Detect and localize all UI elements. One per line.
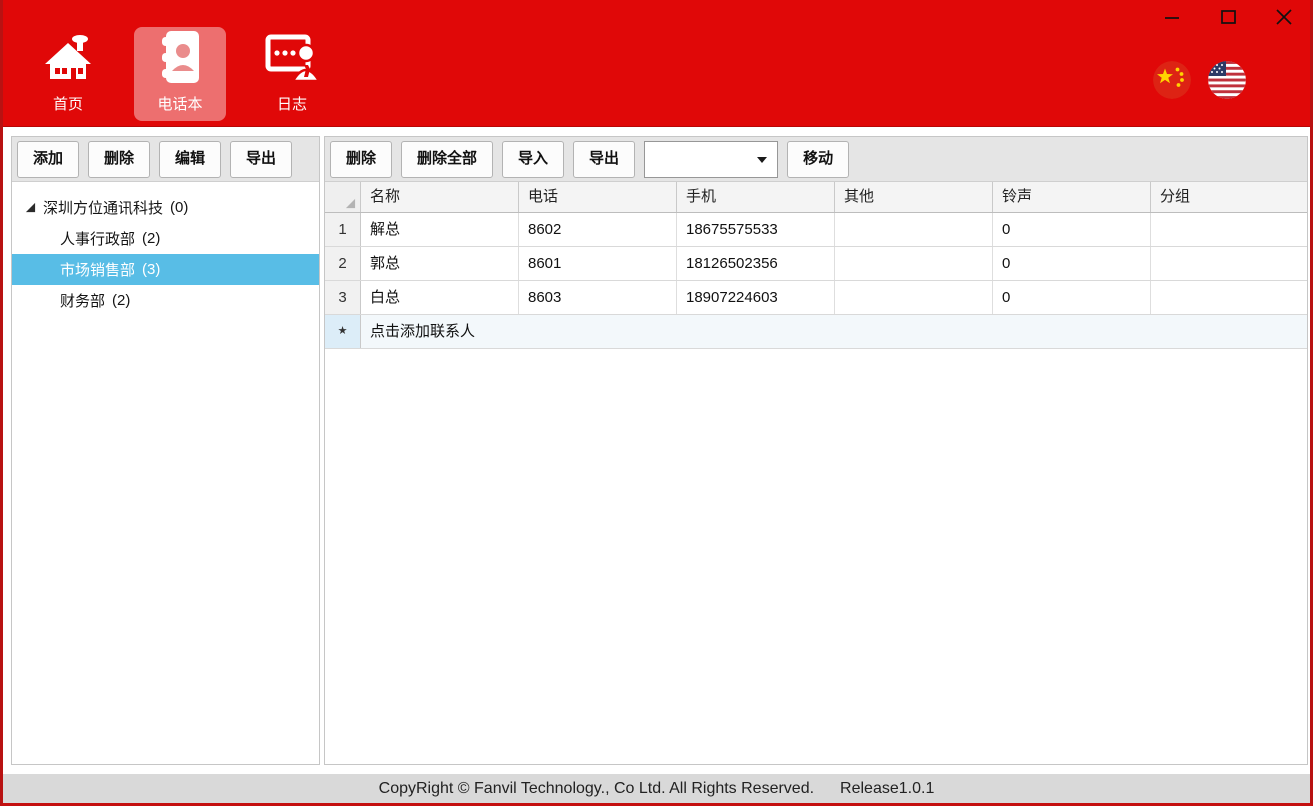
- close-button[interactable]: [1269, 5, 1299, 29]
- column-header-ring[interactable]: 铃声: [993, 182, 1151, 212]
- row-header[interactable]: 1: [325, 213, 361, 246]
- add-contact-row[interactable]: ★ 点击添加联系人: [325, 315, 1307, 349]
- app-header: 首页 电话本: [3, 0, 1310, 127]
- minimize-button[interactable]: [1157, 5, 1187, 29]
- table-row[interactable]: 1 解总 8602 18675575533 0: [325, 213, 1307, 247]
- cell-group[interactable]: [1151, 281, 1307, 314]
- contacts-panel: 删除 删除全部 导入 导出 移动 名称 电话 手机 其他 铃声 分组: [324, 136, 1308, 765]
- phonebook-icon: [153, 29, 207, 85]
- tab-log-label: 日志: [277, 93, 307, 114]
- cell-ring[interactable]: 0: [993, 247, 1151, 280]
- china-flag-icon[interactable]: [1153, 61, 1191, 99]
- tree-node-hr-dept[interactable]: 人事行政部 (2): [12, 223, 319, 254]
- corner-triangle-icon: [345, 198, 356, 209]
- contact-move-button[interactable]: 移动: [787, 141, 849, 178]
- tree-node-sales-dept[interactable]: 市场销售部 (3): [12, 254, 319, 285]
- cell-name[interactable]: 白总: [361, 281, 519, 314]
- column-header-other[interactable]: 其他: [835, 182, 993, 212]
- move-target-select[interactable]: [644, 141, 778, 178]
- group-edit-button[interactable]: 编辑: [159, 141, 221, 178]
- tree-node-label: 人事行政部: [60, 228, 135, 249]
- tree-expander-icon[interactable]: [25, 202, 36, 213]
- group-tree: 深圳方位通讯科技 (0) 人事行政部 (2) 市场销售部 (3) 财务部 (2): [12, 182, 319, 316]
- column-header-group[interactable]: 分组: [1151, 182, 1307, 212]
- select-all-corner[interactable]: [325, 182, 361, 212]
- close-icon: [1269, 5, 1299, 29]
- tree-node-label: 深圳方位通讯科技: [43, 197, 163, 218]
- contact-import-button[interactable]: 导入: [502, 141, 564, 178]
- minimize-icon: [1157, 5, 1187, 29]
- cell-phone[interactable]: 8601: [519, 247, 677, 280]
- cell-name[interactable]: 解总: [361, 213, 519, 246]
- group-delete-button[interactable]: 删除: [88, 141, 150, 178]
- row-header[interactable]: 3: [325, 281, 361, 314]
- tab-phonebook-label: 电话本: [157, 93, 202, 114]
- table-row[interactable]: 3 白总 8603 18907224603 0: [325, 281, 1307, 315]
- tree-node-count: (0): [170, 199, 188, 216]
- tree-node-root[interactable]: 深圳方位通讯科技 (0): [12, 192, 319, 223]
- group-panel: 添加 删除 编辑 导出 深圳方位通讯科技 (0) 人事行政部 (2) 市场销售部…: [11, 136, 320, 765]
- tab-home-label: 首页: [53, 93, 83, 114]
- app-window: 首页 电话本: [0, 0, 1313, 806]
- cell-other[interactable]: [835, 281, 993, 314]
- column-header-name[interactable]: 名称: [361, 182, 519, 212]
- tab-log[interactable]: 日志: [246, 27, 338, 121]
- tree-node-label: 市场销售部: [60, 259, 135, 280]
- tree-node-finance-dept[interactable]: 财务部 (2): [12, 285, 319, 316]
- column-header-mobile[interactable]: 手机: [677, 182, 835, 212]
- chevron-down-icon: [757, 157, 767, 163]
- new-row-marker-icon: ★: [325, 315, 361, 348]
- tree-node-count: (2): [142, 230, 160, 247]
- tree-node-label: 财务部: [60, 290, 105, 311]
- tree-node-count: (3): [142, 261, 160, 278]
- table-row[interactable]: 2 郭总 8601 18126502356 0: [325, 247, 1307, 281]
- cell-phone[interactable]: 8602: [519, 213, 677, 246]
- add-contact-hint[interactable]: 点击添加联系人: [361, 315, 1307, 348]
- cell-phone[interactable]: 8603: [519, 281, 677, 314]
- tab-phonebook[interactable]: 电话本: [134, 27, 226, 121]
- group-toolbar: 添加 删除 编辑 导出: [12, 137, 319, 182]
- row-header[interactable]: 2: [325, 247, 361, 280]
- maximize-icon: [1213, 5, 1243, 29]
- contact-export-button[interactable]: 导出: [573, 141, 635, 178]
- table-header-row: 名称 电话 手机 其他 铃声 分组: [325, 182, 1307, 213]
- cell-name[interactable]: 郭总: [361, 247, 519, 280]
- cell-mobile[interactable]: 18675575533: [677, 213, 835, 246]
- contacts-table: 名称 电话 手机 其他 铃声 分组 1 解总 8602 18675575533 …: [325, 182, 1307, 349]
- cell-group[interactable]: [1151, 247, 1307, 280]
- home-icon: [41, 29, 95, 85]
- contact-delete-button[interactable]: 删除: [330, 141, 392, 178]
- cell-ring[interactable]: 0: [993, 281, 1151, 314]
- cell-mobile[interactable]: 18907224603: [677, 281, 835, 314]
- maximize-button[interactable]: [1213, 5, 1243, 29]
- column-header-phone[interactable]: 电话: [519, 182, 677, 212]
- release-version: Release1.0.1: [840, 780, 934, 798]
- group-add-button[interactable]: 添加: [17, 141, 79, 178]
- contacts-toolbar: 删除 删除全部 导入 导出 移动: [325, 137, 1307, 182]
- cell-ring[interactable]: 0: [993, 213, 1151, 246]
- tab-home[interactable]: 首页: [22, 27, 114, 121]
- usa-flag-icon[interactable]: [1208, 61, 1246, 99]
- tree-node-count: (2): [112, 292, 130, 309]
- cell-other[interactable]: [835, 247, 993, 280]
- cell-mobile[interactable]: 18126502356: [677, 247, 835, 280]
- contact-delete-all-button[interactable]: 删除全部: [401, 141, 493, 178]
- status-bar: CopyRight © Fanvil Technology., Co Ltd. …: [3, 774, 1310, 803]
- cell-other[interactable]: [835, 213, 993, 246]
- cell-group[interactable]: [1151, 213, 1307, 246]
- copyright-text: CopyRight © Fanvil Technology., Co Ltd. …: [379, 780, 814, 798]
- log-icon: [264, 29, 320, 85]
- group-export-button[interactable]: 导出: [230, 141, 292, 178]
